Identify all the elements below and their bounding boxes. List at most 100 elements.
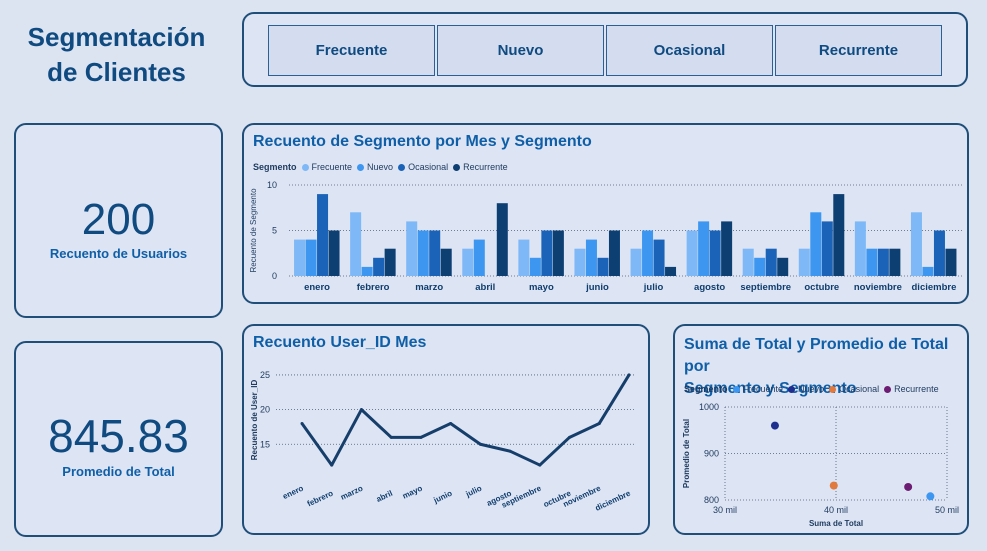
bar-nuevo-mayo: [529, 257, 541, 276]
bar-recurrente-agosto: [721, 221, 733, 276]
scatter-chart-card: Suma de Total y Promedio de Total por Se…: [673, 324, 969, 535]
bar-frecuente-agosto: [686, 230, 698, 276]
bar-chart-legend: Segmento Frecuente Nuevo Ocasional Recur…: [253, 162, 513, 172]
kpi-avg-total-value: 845.83: [48, 410, 189, 462]
bar-recurrente-diciembre: [945, 248, 957, 276]
x-tick-label: septiembre: [740, 282, 791, 293]
legend-item-recurrente: Recurrente: [884, 384, 939, 394]
bar-frecuente-noviembre: [854, 221, 866, 276]
bar-frecuente-enero: [294, 239, 306, 276]
x-tick-label: 40 mil: [824, 505, 848, 515]
x-tick-label: 30 mil: [713, 505, 737, 515]
bar-nuevo-enero: [305, 239, 317, 276]
bar-recurrente-enero: [328, 230, 340, 276]
line-point-mayo: [419, 435, 423, 439]
x-tick-label: febrero: [306, 489, 335, 509]
y-tick-label: 0: [272, 271, 277, 281]
legend-item-nuevo: Nuevo: [788, 384, 824, 394]
bar-frecuente-marzo: [406, 221, 418, 276]
x-tick-label: 50 mil: [935, 505, 959, 515]
bar-chart-plot: 0 5 10 Recuento de Segmento enero febrero marz…: [249, 180, 962, 293]
scatter-point-nuevo: [770, 421, 779, 430]
legend-item-ocasional: Ocasional: [398, 162, 448, 172]
y-tick-label: 5: [272, 226, 277, 236]
x-axis-label: Suma de Total: [809, 519, 863, 528]
x-tick-label: noviembre: [854, 282, 902, 293]
line-point-febrero: [330, 463, 334, 467]
bar-nuevo-diciembre: [922, 266, 934, 276]
kpi-avg-total-label: Promedio de Total: [62, 464, 175, 479]
bar-recurrente-febrero: [384, 248, 396, 276]
bar-recurrente-septiembre: [777, 257, 789, 276]
bar-nuevo-septiembre: [754, 257, 766, 276]
x-tick-label: marzo: [415, 282, 443, 293]
page-title-line2: de Clientes: [47, 57, 186, 87]
bar-frecuente-septiembre: [742, 248, 754, 276]
legend-item-recurrente: Recurrente: [453, 162, 508, 172]
x-tick-label: enero: [281, 484, 305, 501]
bar-ocasional-noviembre: [877, 248, 889, 276]
bar-ocasional-julio: [653, 239, 665, 276]
x-tick-label: octubre: [804, 282, 839, 293]
y-axis-label: Promedio de Total: [682, 419, 691, 488]
kpi-users-label: Recuento de Usuarios: [49, 246, 188, 261]
slicer-button-recurrente[interactable]: Recurrente: [775, 25, 942, 76]
bar-nuevo-marzo: [417, 230, 429, 276]
bar-recurrente-mayo: [552, 230, 564, 276]
x-tick-label: junio: [585, 282, 609, 293]
kpi-card-avg-total: 845.83 Promedio de Total: [14, 341, 223, 537]
bar-ocasional-febrero: [373, 257, 385, 276]
line-point-agosto: [508, 449, 512, 453]
x-tick-label: diciembre: [912, 282, 957, 293]
y-axis-label: Recuento de Segmento: [249, 188, 258, 273]
line-series-user-id: [300, 374, 631, 467]
x-tick-label: julio: [643, 282, 664, 293]
scatter-point-recurrente: [904, 482, 913, 491]
x-tick-label: abril: [375, 489, 394, 504]
bar-ocasional-agosto: [709, 230, 721, 276]
slicer-button-ocasional[interactable]: Ocasional: [606, 25, 773, 76]
line-point-septiembre: [538, 463, 542, 467]
line-point-noviembre: [597, 421, 601, 425]
y-tick-label: 10: [267, 180, 277, 190]
bar-nuevo-octubre: [810, 212, 822, 276]
y-tick-label: 25: [260, 370, 270, 380]
bar-frecuente-diciembre: [910, 212, 922, 276]
bar-recurrente-noviembre: [889, 248, 901, 276]
line-chart-card: Recuento User_ID Mes 15 20 25 Recuento de U…: [242, 324, 650, 535]
bar-nuevo-julio: [642, 230, 654, 276]
bar-frecuente-julio: [630, 248, 642, 276]
bar-ocasional-octubre: [821, 221, 833, 276]
slicer-button-nuevo[interactable]: Nuevo: [437, 25, 604, 76]
line-point-julio: [478, 442, 482, 446]
legend-title: Segmento: [253, 162, 297, 172]
x-tick-label: agosto: [694, 282, 725, 293]
page-title-line1: Segmentación: [27, 22, 206, 52]
x-tick-label: junio: [431, 489, 453, 506]
y-tick-label: 1000: [699, 402, 719, 412]
bar-nuevo-junio: [585, 239, 597, 276]
scatter-point-ocasional: [829, 481, 838, 490]
bar-nuevo-febrero: [361, 266, 373, 276]
bar-ocasional-enero: [317, 194, 329, 276]
bar-frecuente-abril: [462, 248, 474, 276]
bar-frecuente-junio: [574, 248, 586, 276]
y-tick-label: 900: [704, 449, 719, 459]
x-tick-label: febrero: [357, 282, 390, 293]
bar-chart-card: Recuento de Segmento por Mes y Segmento …: [242, 123, 969, 304]
slicer-button-frecuente[interactable]: Frecuente: [268, 25, 435, 76]
bar-recurrente-marzo: [440, 248, 452, 276]
kpi-users-value: 200: [81, 195, 156, 244]
x-tick-label: mayo: [401, 484, 424, 501]
line-point-junio: [449, 421, 453, 425]
bar-ocasional-marzo: [429, 230, 441, 276]
legend-title: Segmento: [684, 384, 728, 394]
y-tick-label: 800: [704, 495, 719, 505]
page-title: Segmentación de Clientes: [14, 20, 219, 90]
scatter-point-frecuente: [926, 492, 935, 501]
bar-frecuente-mayo: [518, 239, 530, 276]
line-point-octubre: [568, 435, 572, 439]
line-point-enero: [300, 421, 304, 425]
segment-slicer: Frecuente Nuevo Ocasional Recurrente: [242, 12, 968, 87]
line-point-diciembre: [627, 373, 631, 377]
